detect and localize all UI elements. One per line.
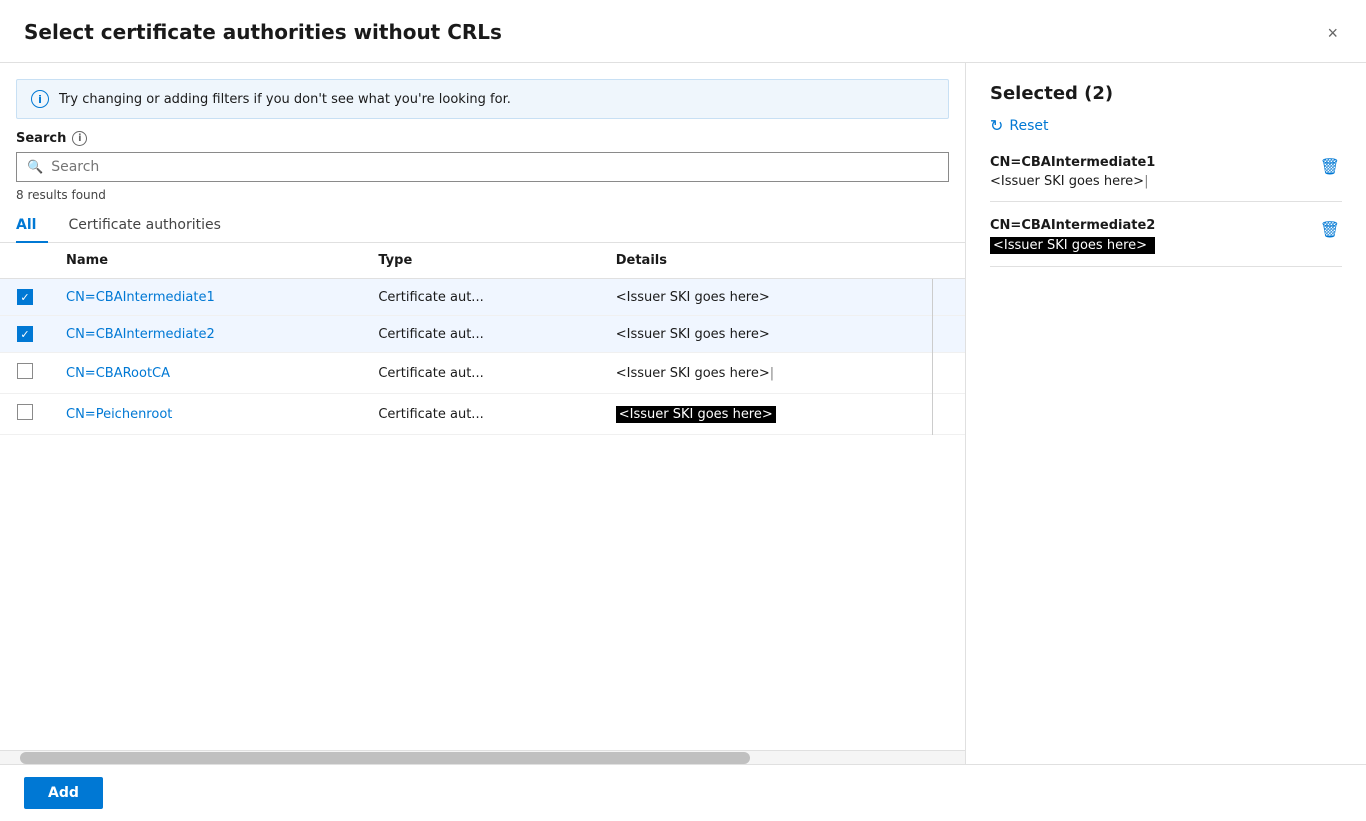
table-row: CN=CBARootCACertificate aut...<Issuer SK… [0,353,965,394]
row-checkbox-cell [0,353,50,394]
row-checkbox-cell [0,279,50,316]
col-details: Details [600,243,933,279]
row-name[interactable]: CN=CBAIntermediate2 [50,316,362,353]
add-button[interactable]: Add [24,777,103,809]
selected-item-detail: <Issuer SKI goes here> [990,237,1155,254]
tab-certificate-authorities[interactable]: Certificate authorities [68,209,232,243]
row-name[interactable]: CN=CBARootCA [50,353,362,394]
row-type: Certificate aut... [362,394,599,435]
left-panel: i Try changing or adding filters if you … [0,63,966,764]
info-banner-text: Try changing or adding filters if you do… [59,92,511,107]
row-extra [933,316,966,353]
dialog-title: Select certificate authorities without C… [24,20,502,44]
row-checkbox[interactable] [17,404,33,420]
selected-item-name: CN=CBAIntermediate2 [990,218,1155,233]
row-details: <Issuer SKI goes here>| [600,353,933,394]
trash-icon: 🗑 [1320,157,1340,177]
col-extra [933,243,966,279]
selected-item-info: CN=CBAIntermediate2 <Issuer SKI goes here… [990,218,1155,254]
row-checkbox[interactable] [17,326,33,342]
search-section: Search i 🔍 [0,119,965,182]
tabs: All Certificate authorities [0,208,965,243]
scrollbar-thumb[interactable] [20,752,750,764]
table-container: Name Type Details CN=CBAIntermediate1Cer… [0,243,965,750]
row-details: <Issuer SKI goes here> [600,279,933,316]
table-row: CN=PeichenrootCertificate aut...<Issuer … [0,394,965,435]
delete-selected-button[interactable]: 🗑 [1318,155,1342,179]
dialog-header: Select certificate authorities without C… [0,0,1366,63]
selected-item-name: CN=CBAIntermediate1 [990,155,1155,170]
selected-item: CN=CBAIntermediate2 <Issuer SKI goes here… [990,218,1342,267]
right-panel: Selected (2) ↺ Reset CN=CBAIntermediate1… [966,63,1366,764]
dialog: Select certificate authorities without C… [0,0,1366,821]
row-checkbox-cell [0,394,50,435]
row-details: <Issuer SKI goes here> [600,394,933,435]
selected-title: Selected (2) [990,83,1342,104]
row-extra [933,353,966,394]
row-details: <Issuer SKI goes here> [600,316,933,353]
search-box: 🔍 [16,152,949,182]
data-table: Name Type Details CN=CBAIntermediate1Cer… [0,243,965,435]
col-type: Type [362,243,599,279]
info-icon: i [31,90,49,108]
row-type: Certificate aut... [362,353,599,394]
row-checkbox[interactable] [17,363,33,379]
horizontal-scrollbar[interactable] [0,750,965,764]
selected-item: CN=CBAIntermediate1 <Issuer SKI goes here… [990,155,1342,202]
col-checkbox [0,243,50,279]
reset-button[interactable]: ↺ Reset [990,116,1342,135]
table-header-row: Name Type Details [0,243,965,279]
row-extra [933,394,966,435]
table-row: CN=CBAIntermediate1Certificate aut...<Is… [0,279,965,316]
selected-items-list: CN=CBAIntermediate1 <Issuer SKI goes here… [990,155,1342,267]
row-name[interactable]: CN=CBAIntermediate1 [50,279,362,316]
row-type: Certificate aut... [362,279,599,316]
row-checkbox[interactable] [17,289,33,305]
tab-all[interactable]: All [16,209,48,243]
search-input[interactable] [51,159,938,175]
row-checkbox-cell [0,316,50,353]
info-banner: i Try changing or adding filters if you … [16,79,949,119]
search-icon: 🔍 [27,160,43,175]
selected-item-info: CN=CBAIntermediate1 <Issuer SKI goes here… [990,155,1155,189]
trash-icon: 🗑 [1320,220,1340,240]
table-row: CN=CBAIntermediate2Certificate aut...<Is… [0,316,965,353]
delete-selected-button[interactable]: 🗑 [1318,218,1342,242]
reset-icon: ↺ [990,116,1003,135]
dialog-body: i Try changing or adding filters if you … [0,63,1366,764]
row-name[interactable]: CN=Peichenroot [50,394,362,435]
col-name: Name [50,243,362,279]
close-button[interactable]: × [1323,20,1342,46]
selected-item-detail: <Issuer SKI goes here>| [990,174,1155,189]
row-extra [933,279,966,316]
search-label: Search i [16,131,949,146]
row-type: Certificate aut... [362,316,599,353]
results-count: 8 results found [0,182,965,208]
reset-label: Reset [1009,118,1048,134]
search-info-icon: i [72,131,87,146]
dialog-footer: Add [0,764,1366,821]
